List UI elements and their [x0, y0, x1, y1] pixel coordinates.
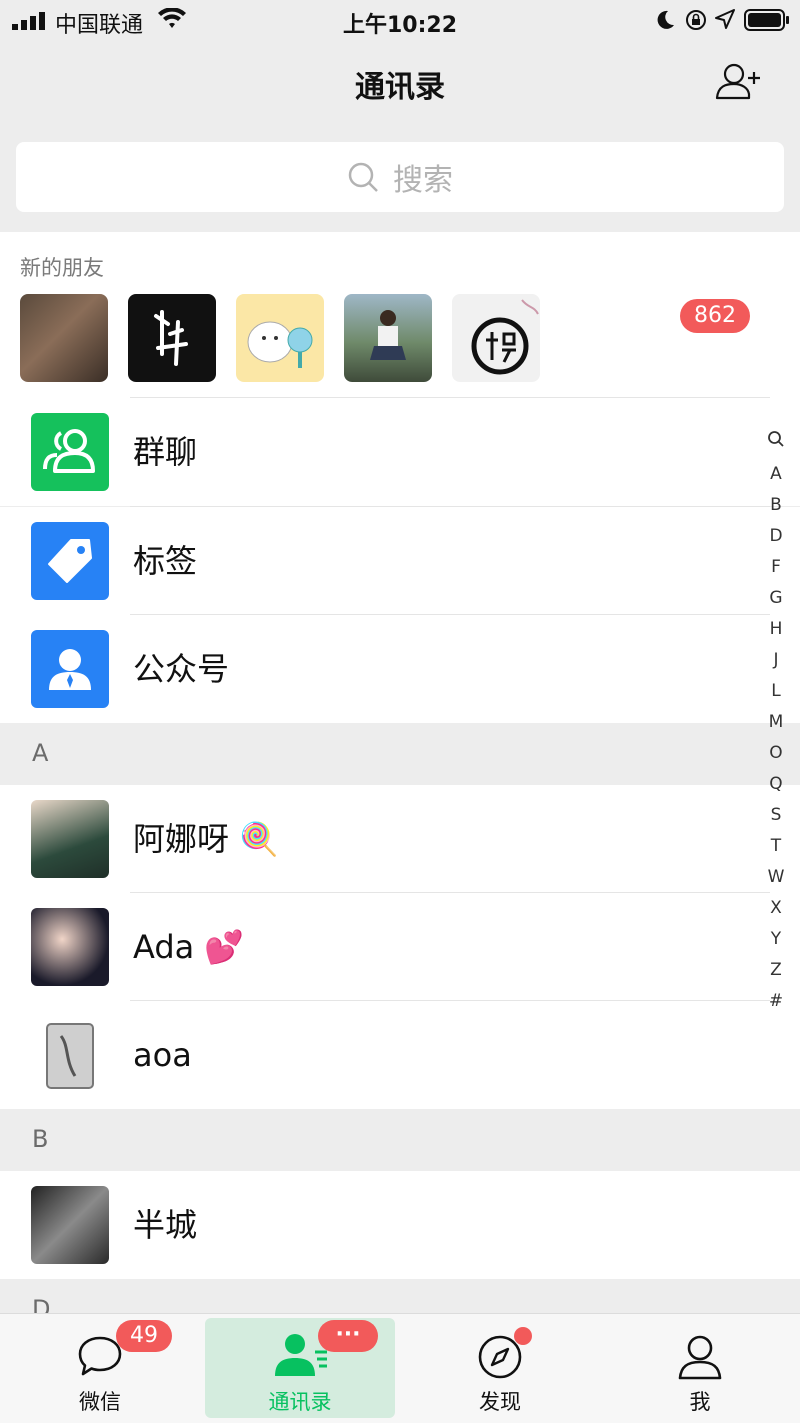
new-friends-panel[interactable]: 新的朋友 862 [0, 232, 800, 398]
contact-row[interactable]: Ada 💕 [0, 893, 800, 1001]
contact-name: 半城 [133, 1206, 198, 1244]
section-letter: A [32, 739, 49, 767]
location-icon [715, 9, 735, 33]
index-letter[interactable]: Y [764, 924, 788, 955]
new-friend-avatar[interactable] [344, 294, 432, 382]
battery-icon [744, 9, 790, 35]
index-letter[interactable]: Z [764, 955, 788, 986]
contact-row[interactable]: aoa [0, 1001, 800, 1109]
index-letter[interactable]: T [764, 831, 788, 862]
unread-badge: 49 [116, 1320, 172, 1352]
menu-item-label: 群聊 [133, 433, 198, 471]
new-friend-avatar[interactable] [128, 294, 216, 382]
rotation-lock-icon [684, 8, 708, 36]
contact-name: Ada 💕 [133, 928, 245, 966]
new-friend-avatar[interactable] [452, 294, 540, 382]
index-letter[interactable]: S [764, 800, 788, 831]
index-letter[interactable]: W [764, 862, 788, 893]
index-letter[interactable]: G [764, 583, 788, 614]
menu-item-label: 公众号 [133, 650, 230, 688]
status-bar: 中国联通 上午10:22 [0, 0, 800, 40]
index-letter[interactable]: L [764, 676, 788, 707]
tab-label: 发现 [479, 1390, 521, 1414]
yang-seal-logo [471, 299, 539, 375]
section-header-b: B [0, 1109, 800, 1171]
index-letter[interactable]: Q [764, 769, 788, 800]
index-letter[interactable]: F [764, 552, 788, 583]
contact-avatar [31, 908, 109, 986]
menu-item-group-chats[interactable]: 群聊 [0, 398, 800, 506]
clock: 上午10:22 [342, 13, 458, 38]
menu-item-label: 标签 [133, 542, 198, 580]
person-photo [370, 310, 406, 360]
new-friend-avatar[interactable] [20, 294, 108, 382]
index-letter[interactable]: H [764, 614, 788, 645]
index-letter[interactable]: B [764, 490, 788, 521]
index-search-icon[interactable] [764, 428, 788, 459]
search-placeholder: 搜索 [393, 163, 453, 198]
page-title: 通讯录 [355, 70, 445, 105]
index-letter[interactable]: M [764, 707, 788, 738]
add-friend-icon [715, 63, 760, 100]
tab-bar: 49 微信 ··· 通讯录 发现 我 [0, 1313, 800, 1423]
search-bar[interactable]: 搜索 [16, 142, 784, 212]
new-moments-dot [514, 1327, 532, 1345]
new-friend-avatar[interactable] [236, 294, 324, 382]
index-letter[interactable]: # [764, 986, 788, 1017]
new-friends-count-badge: 862 [680, 299, 750, 333]
profile-icon [678, 1335, 722, 1380]
tab-label: 微信 [79, 1390, 121, 1414]
search-icon [348, 162, 378, 192]
contact-avatar [31, 1186, 109, 1264]
index-letter[interactable]: A [764, 459, 788, 490]
section-header-a: A [0, 723, 800, 785]
tab-chats[interactable]: 49 微信 [0, 1314, 200, 1423]
contact-name: 阿娜呀 🍭 [133, 820, 280, 858]
add-friend-button[interactable] [714, 62, 762, 102]
contact-name: aoa [133, 1036, 192, 1074]
tab-label: 通讯录 [268, 1390, 332, 1414]
calligraphy-logo [154, 310, 188, 366]
tag-icon [31, 522, 109, 600]
tab-contacts[interactable]: ··· 通讯录 [205, 1318, 395, 1418]
more-badge: ··· [318, 1320, 378, 1352]
official-account-icon [31, 630, 109, 708]
index-letter[interactable]: D [764, 521, 788, 552]
tab-label: 我 [689, 1390, 711, 1414]
group-icon [31, 413, 109, 491]
contact-row[interactable]: 阿娜呀 🍭 [0, 785, 800, 893]
section-letter: B [32, 1125, 49, 1153]
index-letter[interactable]: O [764, 738, 788, 769]
moon-icon [654, 9, 676, 35]
contact-avatar [31, 800, 109, 878]
alphabet-index[interactable]: A B D F G H J L M O Q S T W X Y Z # [764, 428, 788, 1017]
index-letter[interactable]: J [764, 645, 788, 676]
cartoon-icon [247, 321, 313, 368]
index-letter[interactable]: X [764, 893, 788, 924]
tab-discover[interactable]: 发现 [400, 1314, 600, 1423]
contact-avatar [31, 1016, 109, 1094]
menu-item-tags[interactable]: 标签 [0, 507, 800, 615]
new-friends-label: 新的朋友 [20, 256, 104, 280]
contact-row[interactable]: 半城 [0, 1171, 800, 1279]
tab-me[interactable]: 我 [600, 1314, 800, 1423]
menu-item-official-accounts[interactable]: 公众号 [0, 615, 800, 723]
